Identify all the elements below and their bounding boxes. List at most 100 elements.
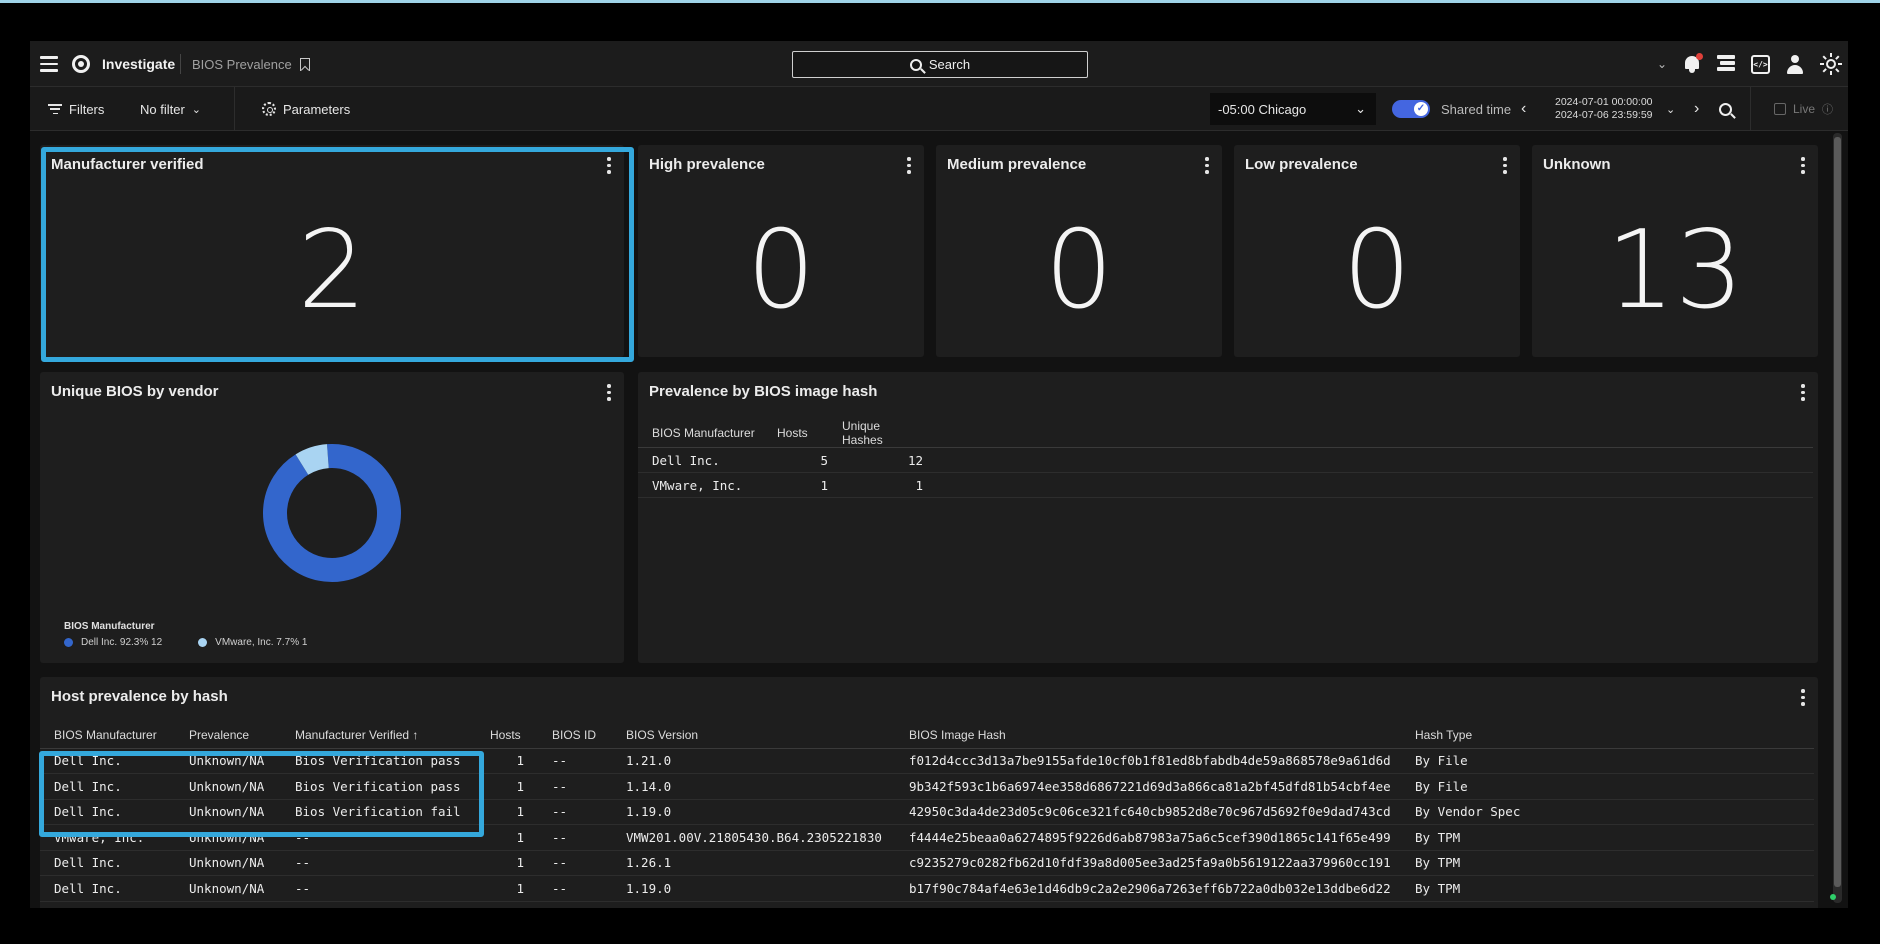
legend-item[interactable]: VMware, Inc. 7.7% 1 xyxy=(198,637,307,648)
chevron-down-icon: ⌄ xyxy=(191,103,202,116)
filter-value: No filter xyxy=(140,101,185,117)
chevron-down-icon[interactable]: ⌄ xyxy=(1657,57,1667,71)
table-row[interactable]: Dell Inc. 5 12 xyxy=(638,447,1813,473)
parameters-button[interactable]: Parameters xyxy=(262,87,350,131)
chevron-down-icon[interactable]: ⌄ xyxy=(1666,87,1675,131)
chevron-right-icon[interactable]: › xyxy=(1694,87,1699,131)
stat-card-low-prevalence: Low prevalence 0 xyxy=(1234,145,1520,357)
table-row[interactable]: Dell Inc. Unknown/NA Bios Verification pas… xyxy=(40,748,1814,774)
legend-label: Dell Inc. 92.3% 12 xyxy=(81,637,163,648)
sort-ascending-icon[interactable]: ↑ xyxy=(412,728,418,742)
live-label: Live xyxy=(1793,102,1816,116)
stack-icon[interactable] xyxy=(1717,55,1735,73)
search-button[interactable]: Search xyxy=(792,51,1088,78)
column-header[interactable]: Hosts xyxy=(763,419,828,448)
timezone-value: -05:00 Chicago xyxy=(1218,101,1307,117)
legend-title: BIOS Manufacturer xyxy=(64,621,155,632)
stat-card-medium-prevalence: Medium prevalence 0 xyxy=(936,145,1222,357)
card-title: High prevalence xyxy=(649,156,765,173)
bookmark-icon[interactable] xyxy=(300,41,310,87)
card-title: Unknown xyxy=(1543,156,1611,173)
theme-sun-icon[interactable] xyxy=(1820,53,1842,75)
table-row[interactable]: Dell Inc. Unknown/NA -- 1 -- 1.26.1 c9235279c0… xyxy=(40,850,1814,876)
shared-time-toggle[interactable]: Shared time xyxy=(1392,87,1511,131)
cell-unique-hashes: 12 xyxy=(828,447,923,473)
scrollbar-thumb[interactable] xyxy=(1834,137,1841,887)
table-row[interactable]: VMware, Inc. Unknown/NA -- 1 -- VMW201.00V.21… xyxy=(40,824,1814,851)
column-header[interactable]: BIOS Image Hash xyxy=(895,722,1401,749)
top-header: Investigate BIOS Prevalence Search ⌄ </> xyxy=(30,41,1848,87)
table-row[interactable]: Dell Inc. Unknown/NA Bios Verification fai… xyxy=(40,799,1814,825)
more-options-icon[interactable] xyxy=(1801,384,1805,401)
cell-verified: -- xyxy=(281,850,476,876)
cell-bios-id: -- xyxy=(538,773,612,800)
logo-icon xyxy=(72,41,94,87)
cell-image-hash: 42950c3da4de23d05c9c06ce321fc640cb9852d8… xyxy=(895,799,1401,825)
more-options-icon[interactable] xyxy=(907,157,911,174)
column-header[interactable]: Unique Hashes xyxy=(828,419,923,448)
table-row[interactable]: Dell Inc. Unknown/NA -- 1 -- 1.19.0 b17f90c784… xyxy=(40,875,1814,902)
toolbar-divider xyxy=(1750,87,1751,131)
shared-time-label: Shared time xyxy=(1441,101,1512,117)
column-header-label: Manufacturer Verified xyxy=(295,727,410,742)
filters-button[interactable]: Filters xyxy=(48,87,104,131)
column-header[interactable]: BIOS Manufacturer xyxy=(638,419,763,448)
cell-prevalence: Unknown/NA xyxy=(175,875,281,902)
column-header[interactable]: Hash Type xyxy=(1401,722,1814,749)
cell-bios-id: -- xyxy=(538,799,612,825)
more-options-icon[interactable] xyxy=(1801,157,1805,174)
notification-bell-icon[interactable] xyxy=(1683,53,1703,74)
cell-verified: Bios Verification pass xyxy=(281,773,476,800)
column-header[interactable]: BIOS Manufacturer xyxy=(40,722,175,749)
time-range[interactable]: 2024-07-01 00:00:00 2024-07-06 23:59:59 xyxy=(1555,87,1653,131)
donut-slice-vmware-inc[interactable] xyxy=(295,444,330,476)
cell-bios-id: -- xyxy=(538,748,612,774)
column-header[interactable]: BIOS ID xyxy=(538,722,612,749)
info-icon[interactable]: ⓘ xyxy=(1822,101,1833,117)
cell-image-hash: f4444e25beaa0a6274895f9226d6ab87983a75a6… xyxy=(895,824,1401,851)
vendor-panel: Unique BIOS by vendor BIOS Manufacturer … xyxy=(40,372,624,663)
cell-prevalence: Unknown/NA xyxy=(175,773,281,800)
cell-hosts: 1 xyxy=(476,773,538,800)
zoom-out-icon[interactable] xyxy=(1719,87,1732,131)
more-options-icon[interactable] xyxy=(1503,157,1507,174)
card-value: 13 xyxy=(1606,208,1744,333)
app-name[interactable]: Investigate xyxy=(102,41,175,87)
app-window: Investigate BIOS Prevalence Search ⌄ </>… xyxy=(30,41,1848,908)
more-options-icon[interactable] xyxy=(1205,157,1209,174)
cell-bios-id: -- xyxy=(538,824,612,851)
timezone-select[interactable]: -05:00 Chicago ⌄ xyxy=(1210,93,1376,125)
vertical-scrollbar[interactable] xyxy=(1833,133,1842,903)
more-options-icon[interactable] xyxy=(607,384,611,401)
more-options-icon[interactable] xyxy=(1801,689,1805,706)
filter-select[interactable]: No filter ⌄ xyxy=(140,87,201,131)
hash-prevalence-panel: Prevalence by BIOS image hash BIOS Manuf… xyxy=(638,372,1818,663)
more-options-icon[interactable] xyxy=(607,157,611,174)
column-header[interactable]: Hosts xyxy=(476,722,538,749)
chevron-left-icon[interactable]: ‹ xyxy=(1521,87,1526,131)
card-value: 2 xyxy=(297,208,367,333)
table-row[interactable]: Dell Inc. Unknown/NA Bios Verification pas… xyxy=(40,773,1814,800)
card-value: 0 xyxy=(746,208,816,333)
donut-chart[interactable] xyxy=(262,443,402,583)
host-prevalence-table: BIOS Manufacturer Prevalence Manufacture… xyxy=(40,722,1814,902)
hamburger-menu-icon[interactable] xyxy=(38,41,60,87)
cell-bios-version: 1.19.0 xyxy=(612,875,895,902)
cell-verified: -- xyxy=(281,875,476,902)
user-icon[interactable] xyxy=(1786,54,1804,74)
filters-label: Filters xyxy=(69,101,105,117)
host-prevalence-panel: Host prevalence by hash BIOS Manufacture… xyxy=(40,677,1818,908)
column-header[interactable]: Prevalence xyxy=(175,722,281,749)
code-icon[interactable]: </> xyxy=(1751,54,1770,74)
live-checkbox[interactable]: Live ⓘ xyxy=(1774,87,1833,131)
legend-dot xyxy=(198,638,208,647)
panel-title: Host prevalence by hash xyxy=(51,688,228,705)
toggle-switch[interactable] xyxy=(1392,100,1430,118)
column-header-sorted[interactable]: Manufacturer Verified ↑ xyxy=(281,722,476,749)
table-row[interactable]: VMware, Inc. 1 1 xyxy=(638,472,1813,498)
cell-manufacturer: Dell Inc. xyxy=(638,447,763,473)
donut-slice-dell-inc[interactable] xyxy=(263,444,401,582)
legend-item[interactable]: Dell Inc. 92.3% 12 xyxy=(64,637,162,648)
checkbox[interactable] xyxy=(1774,103,1786,115)
column-header[interactable]: BIOS Version xyxy=(612,722,895,749)
